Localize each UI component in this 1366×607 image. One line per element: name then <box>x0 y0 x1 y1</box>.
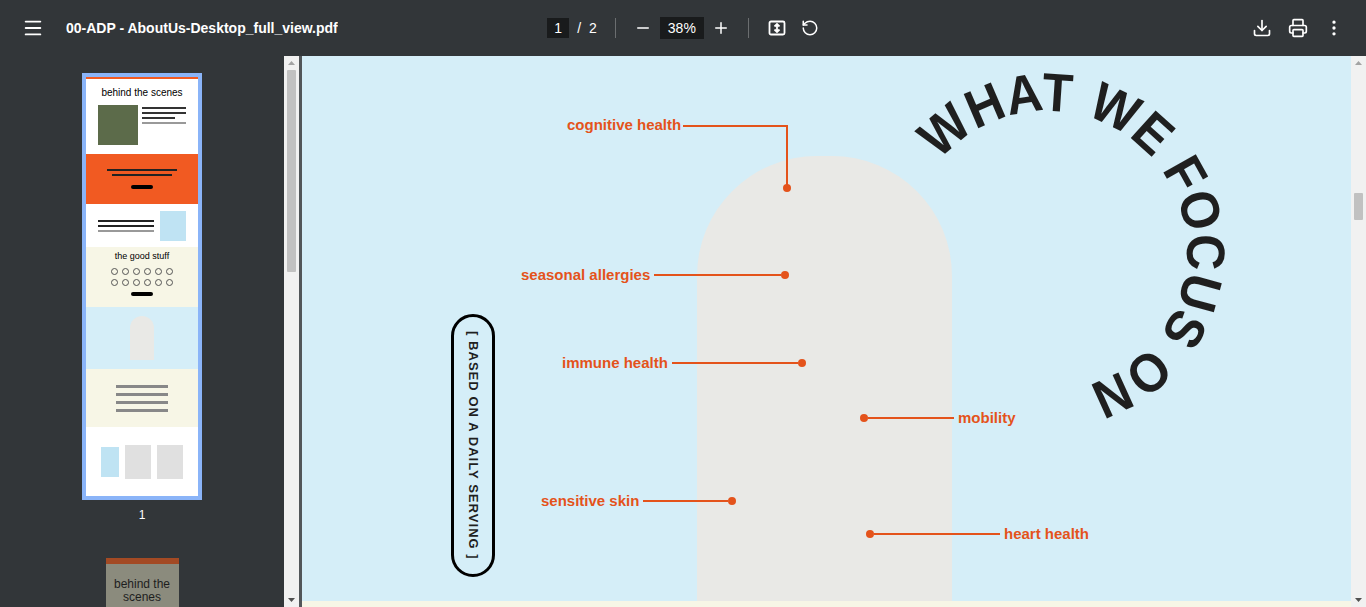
page-number-label: 1 <box>139 506 146 524</box>
scroll-up-icon[interactable] <box>1351 56 1366 70</box>
minus-icon <box>634 19 652 37</box>
marker-dot <box>866 530 874 538</box>
marker-dot <box>798 359 806 367</box>
page-separator: / <box>577 18 581 39</box>
document-page: WHAT WE FOCUS ON [ BASED ON A DAILY SERVI… <box>302 56 1351 607</box>
more-button[interactable] <box>1324 18 1344 38</box>
zoom-out-button[interactable] <box>634 19 652 37</box>
page-thumbnail[interactable]: behind the scenes <box>102 554 183 607</box>
annotation-label: heart health <box>1004 525 1089 542</box>
sidebar: behind the scenes the good stuff 1 behind t… <box>0 56 284 607</box>
annotation-label: immune health <box>562 352 668 374</box>
annotation: mobility <box>860 407 1016 429</box>
thumbnail-heading: behind the scenes <box>108 578 177 604</box>
download-icon <box>1252 18 1272 38</box>
toolbar: 00-ADP - AboutUs-Desktop_full_view.pdf 1 /… <box>0 0 1366 56</box>
page-scrollbar[interactable] <box>1351 56 1366 607</box>
marker-dot <box>781 271 789 279</box>
annotation-line <box>683 125 788 188</box>
annotation: heart health <box>866 523 1089 545</box>
serving-note: [ BASED ON A DAILY SERVING ] <box>451 314 495 577</box>
annotation-line <box>874 533 1000 535</box>
annotation-label: mobility <box>958 409 1016 426</box>
annotation-line <box>643 500 728 502</box>
marker-dot <box>860 414 868 422</box>
menu-button[interactable] <box>22 17 44 39</box>
annotation-line <box>868 417 954 419</box>
sidebar-scrollbar[interactable] <box>284 56 299 607</box>
annotation: seasonal allergies <box>521 264 789 286</box>
annotation: immune health <box>562 352 806 374</box>
print-button[interactable] <box>1288 18 1308 38</box>
annotation-label: seasonal allergies <box>521 264 650 286</box>
marker-dot <box>783 184 791 192</box>
thumbnail-subheading: the good stuff <box>115 251 169 262</box>
page-total: 2 <box>589 18 597 39</box>
pdf-viewer: 00-ADP - AboutUs-Desktop_full_view.pdf 1 /… <box>0 0 1366 607</box>
annotation-label: cognitive health <box>567 114 681 136</box>
scrollbar-thumb[interactable] <box>287 70 296 272</box>
scroll-down-icon[interactable] <box>1351 593 1366 607</box>
page-thumbnail[interactable]: behind the scenes the good stuff <box>82 73 202 500</box>
annotation-line <box>672 362 798 364</box>
annotation-label: sensitive skin <box>541 490 639 512</box>
rotate-icon <box>801 19 819 37</box>
menu-icon <box>22 17 44 39</box>
scroll-up-icon[interactable] <box>284 56 299 70</box>
zoom-in-button[interactable] <box>712 19 730 37</box>
printer-icon <box>1288 18 1308 38</box>
rotate-button[interactable] <box>801 19 819 37</box>
zoom-input[interactable]: 38% <box>660 17 704 39</box>
annotation: sensitive skin <box>541 490 736 512</box>
next-section <box>302 601 1351 607</box>
thumbnail-heading: behind the scenes <box>101 87 182 99</box>
annotation-line <box>654 274 781 276</box>
marker-dot <box>728 497 736 505</box>
document-title: 00-ADP - AboutUs-Desktop_full_view.pdf <box>66 18 338 39</box>
section-heading: WHAT WE FOCUS ON <box>907 61 1237 430</box>
page-controls: 1 / 2 38% <box>547 17 819 39</box>
annotation: cognitive health <box>567 114 788 188</box>
download-button[interactable] <box>1252 18 1272 38</box>
more-icon <box>1324 18 1344 38</box>
scroll-down-icon[interactable] <box>284 593 299 607</box>
fit-page-icon <box>767 18 787 38</box>
scrollbar-thumb[interactable] <box>1354 193 1363 220</box>
page-input[interactable]: 1 <box>547 18 569 38</box>
fit-page-button[interactable] <box>767 18 787 38</box>
plus-icon <box>712 19 730 37</box>
